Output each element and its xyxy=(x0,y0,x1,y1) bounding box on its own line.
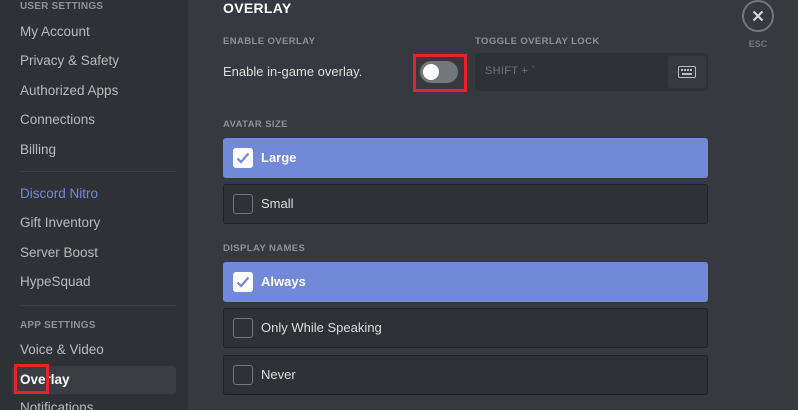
user-settings-header: USER SETTINGS xyxy=(20,1,104,12)
overlay-settings-panel: OVERLAY ENABLE OVERLAY Enable in-game ov… xyxy=(188,0,728,410)
overlay-item-highlight xyxy=(14,364,49,394)
sidebar-item-privacy-safety[interactable]: Privacy & Safety xyxy=(12,47,176,75)
checkmark-icon xyxy=(236,276,250,288)
sidebar-item-billing[interactable]: Billing xyxy=(12,136,176,164)
display-names-header: DISPLAY NAMES xyxy=(223,243,306,254)
settings-window: USER SETTINGS My Account Privacy & Safet… xyxy=(0,0,798,410)
checkmark-icon xyxy=(236,152,250,164)
avatar-size-header: AVATAR SIZE xyxy=(223,119,288,130)
overlay-lock-keybind[interactable]: SHIFT + ` xyxy=(475,53,708,91)
app-settings-header: APP SETTINGS xyxy=(20,320,96,331)
toggle-highlight xyxy=(413,54,467,92)
sidebar-item-gift-inventory[interactable]: Gift Inventory xyxy=(12,209,176,237)
sidebar-item-hypesquad[interactable]: HypeSquad xyxy=(12,268,176,296)
keyboard-icon[interactable] xyxy=(668,56,706,88)
option-label: Only While Speaking xyxy=(261,320,382,335)
sidebar-item-discord-nitro[interactable]: Discord Nitro xyxy=(12,180,176,208)
sidebar-divider xyxy=(20,305,176,306)
sidebar-item-voice-video[interactable]: Voice & Video xyxy=(12,336,176,364)
avatar-size-small-option[interactable]: Small xyxy=(223,184,708,224)
option-label: Small xyxy=(261,196,294,211)
option-label: Never xyxy=(261,367,296,382)
sidebar-item-notifications[interactable]: Notifications xyxy=(12,394,176,410)
keybind-keys: SHIFT + ` xyxy=(485,65,536,77)
sidebar-item-server-boost[interactable]: Server Boost xyxy=(12,239,176,267)
checkbox-unchecked xyxy=(233,194,253,214)
sidebar-divider xyxy=(20,171,176,172)
close-icon xyxy=(752,10,764,22)
checkbox-checked xyxy=(233,148,253,168)
avatar-size-large-option[interactable]: Large xyxy=(223,138,708,178)
checkbox-unchecked xyxy=(233,365,253,385)
toggle-overlay-lock-header: TOGGLE OVERLAY LOCK xyxy=(475,36,600,47)
enable-overlay-header: ENABLE OVERLAY xyxy=(223,36,316,47)
sidebar-item-authorized-apps[interactable]: Authorized Apps xyxy=(12,77,176,105)
display-names-while-speaking-option[interactable]: Only While Speaking xyxy=(223,308,708,348)
checkbox-checked xyxy=(233,272,253,292)
checkbox-unchecked xyxy=(233,318,253,338)
settings-sidebar: USER SETTINGS My Account Privacy & Safet… xyxy=(0,0,188,410)
display-names-always-option[interactable]: Always xyxy=(223,262,708,302)
option-label: Large xyxy=(261,150,297,165)
sidebar-item-my-account[interactable]: My Account xyxy=(12,18,176,46)
esc-label: ESC xyxy=(748,39,768,49)
display-names-never-option[interactable]: Never xyxy=(223,355,708,395)
enable-overlay-label: Enable in-game overlay. xyxy=(223,64,363,79)
close-button[interactable] xyxy=(742,0,774,32)
page-title: OVERLAY xyxy=(223,0,292,16)
sidebar-item-connections[interactable]: Connections xyxy=(12,106,176,134)
option-label: Always xyxy=(261,274,306,289)
